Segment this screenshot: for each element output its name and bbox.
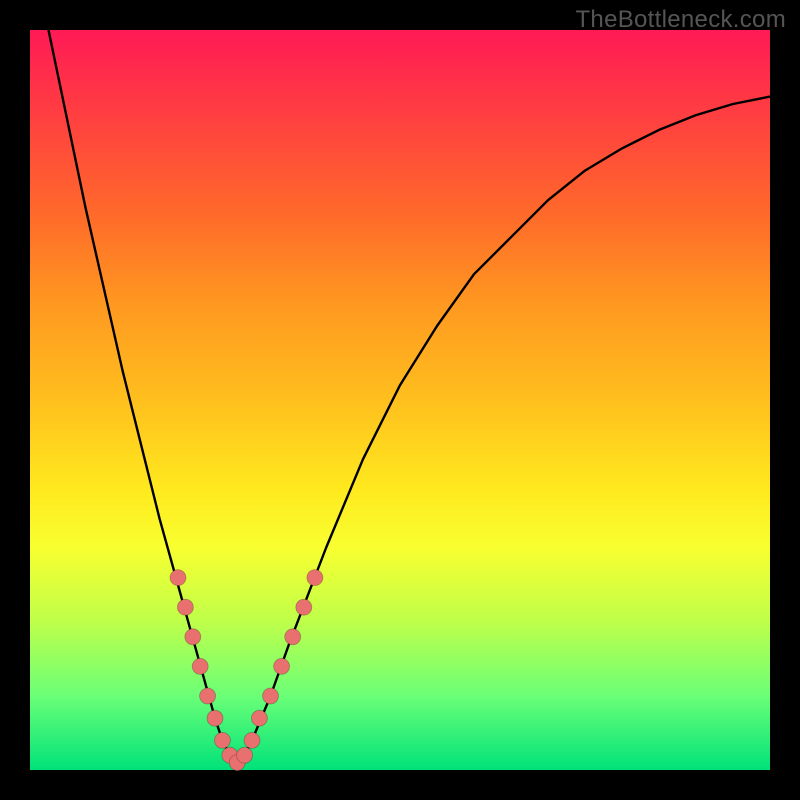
chart-svg xyxy=(30,30,770,770)
highlight-dot xyxy=(214,732,230,748)
highlight-dot xyxy=(263,688,279,704)
highlight-dot xyxy=(274,658,290,674)
chart-frame: TheBottleneck.com xyxy=(0,0,800,800)
marker-group xyxy=(170,570,323,771)
highlight-dot xyxy=(244,732,260,748)
highlight-dot xyxy=(307,570,323,586)
plot-area xyxy=(30,30,770,770)
highlight-dot xyxy=(285,629,301,645)
highlight-dot xyxy=(192,658,208,674)
highlight-dot xyxy=(170,570,186,586)
highlight-dot xyxy=(177,599,193,615)
highlight-dot xyxy=(185,629,201,645)
highlight-dot xyxy=(251,710,267,726)
highlight-dot xyxy=(207,710,223,726)
watermark-text: TheBottleneck.com xyxy=(575,6,786,34)
highlight-dot xyxy=(237,747,253,763)
highlight-dot xyxy=(200,688,216,704)
highlight-dot xyxy=(296,599,312,615)
bottleneck-curve xyxy=(30,0,770,763)
